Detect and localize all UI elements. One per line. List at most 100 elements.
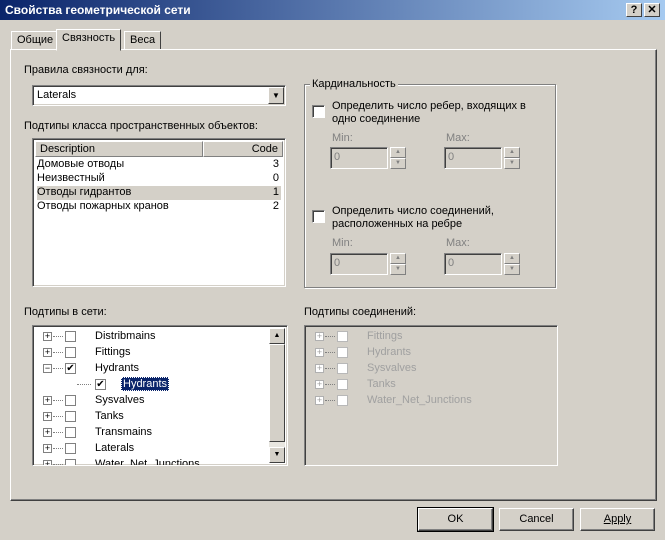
chevron-down-icon[interactable]: ▼ bbox=[268, 87, 284, 104]
column-header-code[interactable]: Code bbox=[203, 141, 283, 157]
tree-item-label: Distribmains bbox=[95, 330, 156, 342]
expand-icon[interactable]: + bbox=[43, 412, 52, 421]
expand-icon[interactable]: + bbox=[43, 332, 52, 341]
scroll-up-icon[interactable]: ▲ bbox=[269, 328, 285, 344]
spin-up-icon[interactable]: ▲ bbox=[390, 147, 406, 158]
tree-checkbox[interactable] bbox=[65, 395, 76, 406]
tree-checkbox[interactable]: ✔ bbox=[65, 363, 76, 374]
tree-checkbox[interactable] bbox=[65, 459, 76, 465]
network-subtypes-tree[interactable]: + Distribmains + Fittings − ✔ Hydrants ✔… bbox=[32, 325, 288, 466]
rules-combobox[interactable]: Laterals ▼ bbox=[32, 85, 286, 106]
tab-connectivity[interactable]: Связность bbox=[56, 29, 122, 51]
tree-connector bbox=[325, 384, 335, 385]
collapse-icon[interactable]: − bbox=[43, 364, 52, 373]
tree-connector bbox=[53, 368, 63, 369]
junctions-min-input[interactable]: 0 bbox=[330, 253, 388, 275]
column-header-description[interactable]: Description bbox=[35, 141, 203, 157]
help-button[interactable]: ? bbox=[626, 3, 642, 17]
spin-down-icon[interactable]: ▼ bbox=[504, 264, 520, 275]
tree-item-label: Hydrants bbox=[95, 362, 140, 374]
tree-item-label-selected: Hydrants bbox=[121, 377, 170, 391]
tree-connector bbox=[53, 352, 63, 353]
tree-checkbox[interactable] bbox=[337, 331, 348, 342]
tree-item-label: Tanks bbox=[95, 410, 124, 422]
row-code: 2 bbox=[272, 200, 279, 212]
expand-icon[interactable]: + bbox=[315, 348, 324, 357]
tree-checkbox[interactable] bbox=[337, 395, 348, 406]
rules-selected: Laterals bbox=[37, 89, 77, 101]
tree-item-label: Sysvalves bbox=[367, 362, 417, 374]
edges-max-spinner[interactable]: ▲ ▼ bbox=[504, 147, 520, 169]
spin-down-icon[interactable]: ▼ bbox=[504, 158, 520, 169]
vertical-scrollbar[interactable]: ▲ ▼ bbox=[269, 328, 285, 463]
ok-button[interactable]: OK bbox=[417, 507, 494, 532]
scroll-thumb[interactable] bbox=[269, 344, 285, 442]
tree-connector bbox=[53, 432, 63, 433]
tab-weights[interactable]: Веса bbox=[124, 31, 162, 50]
tree-checkbox[interactable] bbox=[65, 347, 76, 358]
row-code: 0 bbox=[272, 172, 279, 184]
scroll-down-icon[interactable]: ▼ bbox=[269, 447, 285, 463]
junctions-checkbox[interactable] bbox=[312, 210, 325, 223]
edges-min-label: Min: bbox=[332, 132, 353, 144]
tree-connector bbox=[53, 336, 63, 337]
spin-up-icon[interactable]: ▲ bbox=[504, 253, 520, 264]
expand-icon[interactable]: + bbox=[315, 396, 324, 405]
row-description: Отводы пожарных кранов bbox=[37, 200, 169, 212]
spin-up-icon[interactable]: ▲ bbox=[390, 253, 406, 264]
row-code: 3 bbox=[272, 158, 279, 170]
edges-max-label: Max: bbox=[446, 132, 470, 144]
tree-item-label: Transmains bbox=[95, 426, 153, 438]
list-item[interactable]: Домовые отводы 3 bbox=[37, 158, 281, 172]
cancel-button[interactable]: Cancel bbox=[499, 508, 574, 531]
edges-checkbox[interactable] bbox=[312, 105, 325, 118]
expand-icon[interactable]: + bbox=[43, 396, 52, 405]
tree-connector bbox=[325, 336, 335, 337]
tree-connector bbox=[53, 416, 63, 417]
junction-subtypes-label: Подтипы соединений: bbox=[304, 306, 417, 318]
expand-icon[interactable]: + bbox=[315, 364, 324, 373]
expand-icon[interactable]: + bbox=[43, 444, 52, 453]
tree-checkbox[interactable]: ✔ bbox=[95, 379, 106, 390]
junctions-max-label: Max: bbox=[446, 237, 470, 249]
tree-checkbox[interactable] bbox=[337, 347, 348, 358]
junctions-max-spinner[interactable]: ▲ ▼ bbox=[504, 253, 520, 275]
expand-icon[interactable]: + bbox=[43, 460, 52, 465]
tree-item-label: Water_Net_Junctions bbox=[367, 394, 472, 406]
tree-item-label: Water_Net_Junctions bbox=[95, 458, 200, 466]
expand-icon[interactable]: + bbox=[43, 348, 52, 357]
edges-min-spinner[interactable]: ▲ ▼ bbox=[390, 147, 406, 169]
edges-min-input[interactable]: 0 bbox=[330, 147, 388, 169]
subtypes-listview[interactable]: Description Code Домовые отводы 3 Неизве… bbox=[32, 138, 286, 287]
tree-checkbox[interactable] bbox=[337, 363, 348, 374]
tree-item-label: Hydrants bbox=[367, 346, 412, 358]
expand-icon[interactable]: + bbox=[315, 332, 324, 341]
tree-checkbox[interactable] bbox=[65, 443, 76, 454]
close-button[interactable]: ✕ bbox=[644, 3, 660, 17]
tree-item-label: Laterals bbox=[95, 442, 135, 454]
list-item-selected[interactable]: Отводы гидрантов 1 bbox=[37, 186, 281, 200]
tree-checkbox[interactable] bbox=[65, 427, 76, 438]
tree-checkbox[interactable] bbox=[337, 379, 348, 390]
tree-item-label: Fittings bbox=[95, 346, 131, 358]
tree-connector bbox=[53, 400, 63, 401]
tree-item-label: Fittings bbox=[367, 330, 403, 342]
spin-up-icon[interactable]: ▲ bbox=[504, 147, 520, 158]
spin-down-icon[interactable]: ▼ bbox=[390, 264, 406, 275]
edges-check-label: Определить число ребер, входящих в одно … bbox=[332, 100, 526, 125]
title-bar: Свойства геометрической сети ? ✕ bbox=[0, 0, 665, 20]
tree-connector bbox=[77, 384, 91, 385]
tree-checkbox[interactable] bbox=[65, 331, 76, 342]
edges-max-input[interactable]: 0 bbox=[444, 147, 502, 169]
expand-icon[interactable]: + bbox=[43, 428, 52, 437]
apply-button[interactable]: Apply bbox=[580, 508, 655, 531]
expand-icon[interactable]: + bbox=[315, 380, 324, 389]
tab-general[interactable]: Общие bbox=[11, 31, 60, 50]
junctions-min-spinner[interactable]: ▲ ▼ bbox=[390, 253, 406, 275]
list-item[interactable]: Отводы пожарных кранов 2 bbox=[37, 200, 281, 214]
tree-checkbox[interactable] bbox=[65, 411, 76, 422]
junction-subtypes-tree[interactable]: + Fittings + Hydrants + Sysvalves + Tank… bbox=[304, 325, 558, 466]
junctions-max-input[interactable]: 0 bbox=[444, 253, 502, 275]
spin-down-icon[interactable]: ▼ bbox=[390, 158, 406, 169]
list-item[interactable]: Неизвестный 0 bbox=[37, 172, 281, 186]
